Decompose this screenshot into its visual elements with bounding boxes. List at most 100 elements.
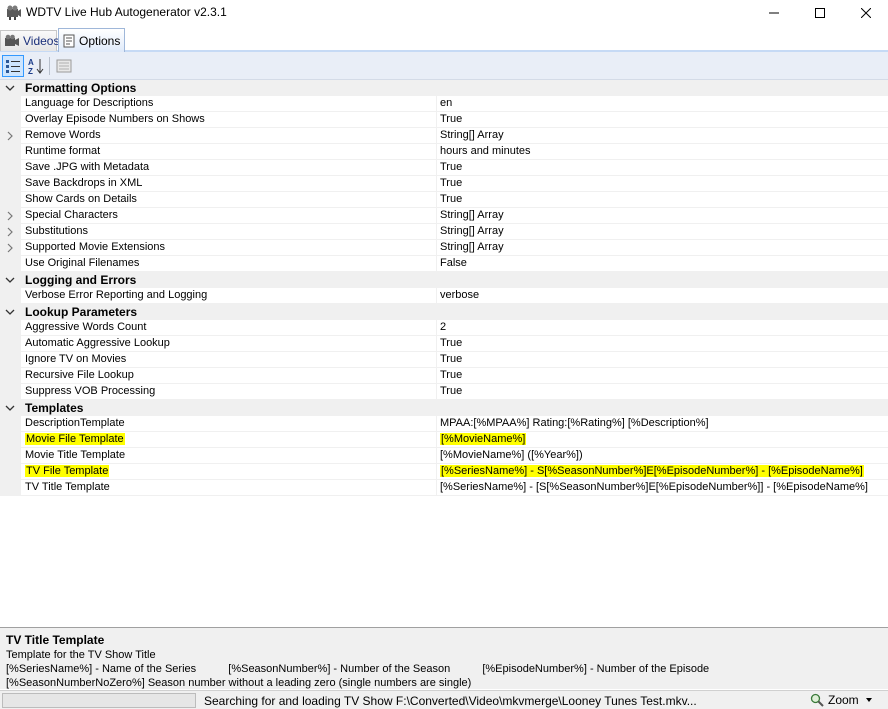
row-margin bbox=[0, 448, 21, 464]
property-value[interactable]: True bbox=[440, 161, 462, 173]
property-value[interactable]: 2 bbox=[440, 321, 446, 333]
column-divider bbox=[436, 208, 437, 224]
column-divider bbox=[436, 352, 437, 368]
property-row[interactable]: Supported Movie Extensions String[] Array bbox=[0, 240, 888, 256]
alphabetical-button[interactable]: A Z bbox=[25, 55, 47, 77]
property-value[interactable]: String[] Array bbox=[440, 129, 504, 141]
magnifier-icon bbox=[810, 693, 824, 707]
row-margin bbox=[0, 416, 21, 432]
expand-chevron-icon[interactable] bbox=[5, 242, 15, 254]
row-margin bbox=[0, 256, 21, 272]
category-row[interactable]: Formatting Options bbox=[0, 80, 888, 96]
minimize-button[interactable] bbox=[751, 0, 797, 26]
property-name: Movie File Template bbox=[25, 433, 125, 445]
sort-az-icon: A Z bbox=[28, 58, 44, 75]
property-value[interactable]: [%MovieName%] bbox=[440, 433, 527, 445]
row-margin bbox=[0, 432, 21, 448]
property-value[interactable]: False bbox=[440, 257, 467, 269]
property-value[interactable]: [%MovieName%] ([%Year%]) bbox=[440, 449, 583, 461]
column-divider bbox=[436, 240, 437, 256]
property-value[interactable]: True bbox=[440, 337, 462, 349]
column-divider bbox=[436, 96, 437, 112]
expand-chevron-icon[interactable] bbox=[5, 130, 15, 142]
description-line3: [%SeasonNumberNoZero%] Season number wit… bbox=[6, 677, 472, 689]
property-row[interactable]: Special Characters String[] Array bbox=[0, 208, 888, 224]
category-label: Formatting Options bbox=[25, 81, 137, 95]
column-divider bbox=[436, 448, 437, 464]
status-bar: Searching for and loading TV Show F:\Con… bbox=[0, 690, 888, 709]
property-value[interactable]: [%SeriesName%] - S[%SeasonNumber%]E[%Epi… bbox=[440, 465, 864, 477]
property-row[interactable]: Movie File Template [%MovieName%] bbox=[0, 432, 888, 448]
property-value[interactable]: True bbox=[440, 177, 462, 189]
property-row[interactable]: DescriptionTemplate MPAA:[%MPAA%] Rating:… bbox=[0, 416, 888, 432]
property-value[interactable]: hours and minutes bbox=[440, 145, 531, 157]
property-value[interactable]: String[] Array bbox=[440, 241, 504, 253]
column-divider bbox=[436, 112, 437, 128]
zoom-dropdown[interactable]: Zoom bbox=[810, 693, 874, 707]
tab-options[interactable]: Options bbox=[58, 28, 125, 52]
status-text: Searching for and loading TV Show F:\Con… bbox=[204, 694, 697, 708]
property-row[interactable]: Automatic Aggressive Lookup True bbox=[0, 336, 888, 352]
property-value[interactable]: String[] Array bbox=[440, 225, 504, 237]
property-row[interactable]: Aggressive Words Count 2 bbox=[0, 320, 888, 336]
property-name: Aggressive Words Count bbox=[25, 321, 147, 333]
property-row[interactable]: Recursive File Lookup True bbox=[0, 368, 888, 384]
property-row[interactable]: Movie Title Template [%MovieName%] ([%Yea… bbox=[0, 448, 888, 464]
row-margin bbox=[0, 384, 21, 400]
column-divider bbox=[436, 320, 437, 336]
expand-chevron-icon[interactable] bbox=[5, 210, 15, 222]
property-row[interactable]: Use Original Filenames False bbox=[0, 256, 888, 272]
property-value[interactable]: True bbox=[440, 369, 462, 381]
category-row[interactable]: Logging and Errors bbox=[0, 272, 888, 288]
tab-videos[interactable]: Videos bbox=[0, 30, 59, 51]
column-divider bbox=[436, 384, 437, 400]
property-row[interactable]: Remove Words String[] Array bbox=[0, 128, 888, 144]
property-row[interactable]: TV Title Template [%SeriesName%] - [S[%Se… bbox=[0, 480, 888, 496]
property-name: Save Backdrops in XML bbox=[25, 177, 143, 189]
property-row[interactable]: Save Backdrops in XML True bbox=[0, 176, 888, 192]
property-value[interactable]: True bbox=[440, 113, 462, 125]
property-row[interactable]: TV File Template [%SeriesName%] - S[%Seas… bbox=[0, 464, 888, 480]
property-value[interactable]: String[] Array bbox=[440, 209, 504, 221]
property-row[interactable]: Overlay Episode Numbers on Shows True bbox=[0, 112, 888, 128]
category-row[interactable]: Lookup Parameters bbox=[0, 304, 888, 320]
property-value[interactable]: MPAA:[%MPAA%] Rating:[%Rating%] [%Descri… bbox=[440, 417, 709, 429]
expand-chevron-icon[interactable] bbox=[5, 226, 15, 238]
property-name: Supported Movie Extensions bbox=[25, 241, 166, 253]
collapse-chevron-icon[interactable] bbox=[5, 402, 15, 414]
category-row[interactable]: Templates bbox=[0, 400, 888, 416]
property-row[interactable]: Substitutions String[] Array bbox=[0, 224, 888, 240]
collapse-chevron-icon[interactable] bbox=[5, 82, 15, 94]
property-value[interactable]: True bbox=[440, 193, 462, 205]
property-name: Show Cards on Details bbox=[25, 193, 137, 205]
property-row[interactable]: Show Cards on Details True bbox=[0, 192, 888, 208]
property-value[interactable]: en bbox=[440, 97, 452, 109]
row-margin bbox=[0, 336, 21, 352]
property-row[interactable]: Language for Descriptions en bbox=[0, 96, 888, 112]
category-label: Templates bbox=[25, 401, 84, 415]
toolbar-separator bbox=[49, 57, 50, 75]
maximize-button[interactable] bbox=[797, 0, 843, 26]
property-row[interactable]: Ignore TV on Movies True bbox=[0, 352, 888, 368]
token-season: [%SeasonNumber%] - Number of the Season bbox=[228, 663, 451, 675]
property-pages-button[interactable] bbox=[53, 55, 75, 77]
property-grid: Formatting Options Language for Descripti… bbox=[0, 80, 888, 496]
property-row[interactable]: Save .JPG with Metadata True bbox=[0, 160, 888, 176]
close-button[interactable] bbox=[843, 0, 888, 26]
categorized-button[interactable] bbox=[2, 55, 24, 77]
property-value[interactable]: [%SeriesName%] - [S[%SeasonNumber%]E[%Ep… bbox=[440, 481, 868, 493]
property-row[interactable]: Suppress VOB Processing True bbox=[0, 384, 888, 400]
description-title: TV Title Template bbox=[6, 633, 105, 647]
collapse-chevron-icon[interactable] bbox=[5, 306, 15, 318]
property-value[interactable]: True bbox=[440, 385, 462, 397]
property-value[interactable]: True bbox=[440, 353, 462, 365]
property-name: Verbose Error Reporting and Logging bbox=[25, 289, 208, 301]
property-row[interactable]: Runtime format hours and minutes bbox=[0, 144, 888, 160]
svg-text:A: A bbox=[28, 58, 34, 67]
document-icon bbox=[62, 34, 76, 48]
row-margin bbox=[0, 320, 21, 336]
property-row[interactable]: Verbose Error Reporting and Logging verbo… bbox=[0, 288, 888, 304]
collapse-chevron-icon[interactable] bbox=[5, 274, 15, 286]
row-margin bbox=[0, 160, 21, 176]
property-value[interactable]: verbose bbox=[440, 289, 479, 301]
